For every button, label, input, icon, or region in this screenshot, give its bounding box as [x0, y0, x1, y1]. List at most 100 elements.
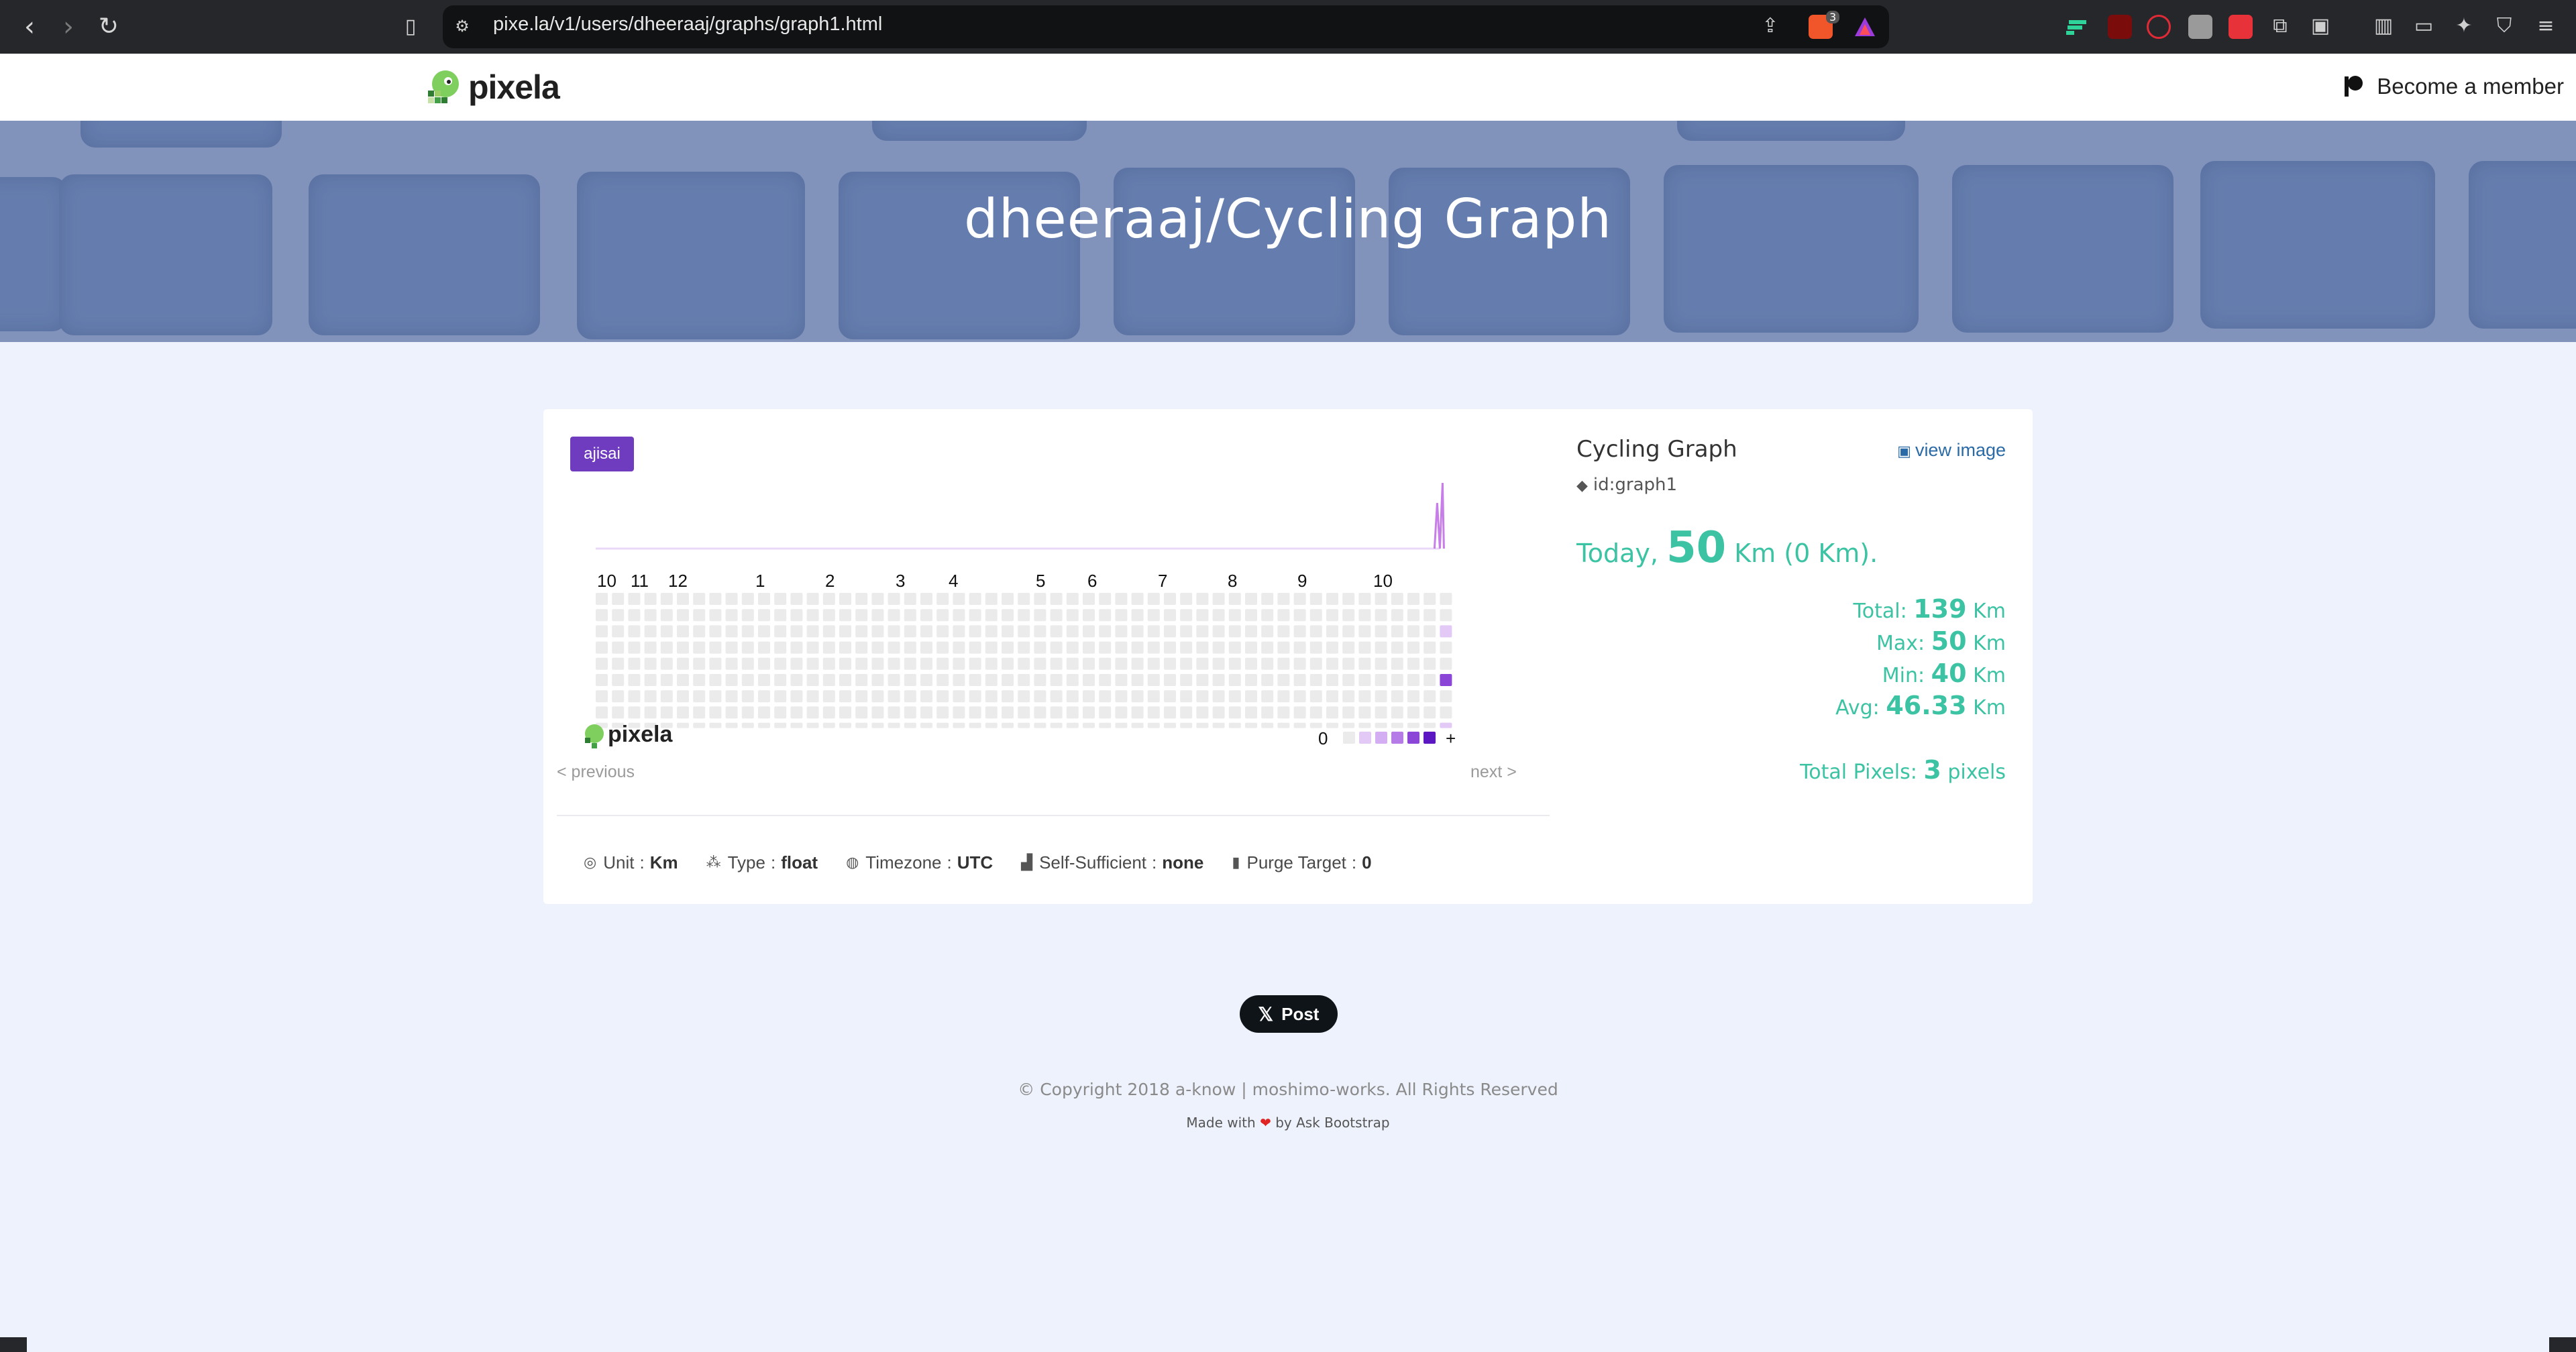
- meta-timezone: ◍ Timezone : UTC: [846, 852, 993, 873]
- window-corner-left: [0, 1337, 27, 1352]
- purge-separator: :: [1351, 852, 1357, 872]
- forward-icon[interactable]: ›: [54, 12, 83, 42]
- pixel-cell: [806, 593, 819, 605]
- legend-plus: +: [1446, 728, 1456, 748]
- pixel-cell: [839, 674, 851, 686]
- pixel-cell: [953, 641, 965, 654]
- wallet-icon[interactable]: ▭: [2411, 13, 2436, 39]
- today-prefix: Today,: [1576, 539, 1658, 568]
- pixel-cell: [1309, 690, 1322, 703]
- pixel-cell: [660, 674, 673, 686]
- pixel-cell: [677, 674, 689, 686]
- extension-green-icon[interactable]: [2065, 15, 2089, 39]
- pixel-cell: [1326, 657, 1338, 670]
- pixel-cell: [1277, 625, 1290, 638]
- pixel-cell: [1424, 593, 1436, 605]
- self-sufficient-icon: ▟: [1021, 854, 1033, 870]
- pixel-cell: [1358, 674, 1371, 686]
- pixel-cell: [904, 625, 916, 638]
- pixel-cell: [1180, 657, 1193, 670]
- extension-gray-icon[interactable]: [2188, 15, 2212, 39]
- pixel-cell: [1228, 674, 1241, 686]
- ublock-icon[interactable]: [2108, 15, 2132, 39]
- pixel-cell: [1083, 674, 1095, 686]
- pixel-cell: [1212, 609, 1225, 622]
- pixel-cell: [1391, 593, 1403, 605]
- window-corner-right: [2549, 1337, 2576, 1352]
- pixel-cell: [1180, 674, 1193, 686]
- pixel-cell: [628, 593, 641, 605]
- pixel-cell: [1391, 641, 1403, 654]
- pixel-cell: [741, 690, 754, 703]
- pixel-cell: [1261, 641, 1274, 654]
- pixel-cell: [1164, 657, 1176, 670]
- pixel-cell: [725, 593, 738, 605]
- avg-label: Avg:: [1835, 696, 1880, 720]
- pixel-cell: [1326, 641, 1338, 654]
- pixel-cell: [693, 593, 706, 605]
- pixel-cell: [936, 722, 949, 728]
- pixel-cell: [774, 690, 787, 703]
- vpn-shield-icon[interactable]: ⛉: [2491, 13, 2517, 39]
- pixel-cell: [1326, 674, 1338, 686]
- pixel-cell: [839, 641, 851, 654]
- pixel-cell: [774, 706, 787, 719]
- pixel-cell: [822, 706, 835, 719]
- pixel-cell: [596, 690, 608, 703]
- pixel-cell: [596, 625, 608, 638]
- site-header: pixela Become a member: [0, 54, 2576, 121]
- min-unit: Km: [1973, 664, 2006, 687]
- pixel-cell: [1002, 690, 1014, 703]
- become-member-link[interactable]: Become a member: [2343, 74, 2564, 99]
- pixel-cell: [1018, 625, 1030, 638]
- extension-red-icon[interactable]: [2229, 15, 2253, 39]
- x-post-button[interactable]: 𝕏 Post: [1240, 995, 1338, 1033]
- url-text[interactable]: pixe.la/v1/users/dheeraaj/graphs/graph1.…: [493, 13, 882, 36]
- pixela-logo[interactable]: pixela: [424, 67, 560, 107]
- extensions-puzzle-icon[interactable]: ⧉: [2267, 13, 2293, 39]
- trend-spike: [1433, 482, 1445, 549]
- bookmark-icon[interactable]: ▯: [396, 12, 425, 42]
- pixel-cell: [1440, 609, 1452, 622]
- previous-link[interactable]: < previous: [557, 763, 635, 782]
- pixel-cell: [725, 609, 738, 622]
- pixel-cell: [758, 625, 770, 638]
- brave-rewards-icon[interactable]: [1853, 15, 1877, 39]
- pixel-cell: [1391, 706, 1403, 719]
- pixel-cell: [596, 674, 608, 686]
- menu-icon[interactable]: ≡: [2533, 13, 2559, 39]
- reload-icon[interactable]: ↻: [94, 12, 123, 42]
- pixel-cell: [1212, 593, 1225, 605]
- pixel-cell: [1245, 657, 1257, 670]
- made-by-link[interactable]: by Ask Bootstrap: [1275, 1115, 1389, 1131]
- site-settings-icon[interactable]: ⚙: [449, 13, 475, 39]
- pixel-cell: [1002, 722, 1014, 728]
- leo-ai-icon[interactable]: ✦: [2451, 13, 2477, 39]
- pixel-cell: [839, 593, 851, 605]
- graph-id-text: id:graph1: [1593, 475, 1678, 495]
- pixel-cell: [1115, 625, 1128, 638]
- pixel-cell: [774, 625, 787, 638]
- back-icon[interactable]: ‹: [15, 12, 44, 42]
- unit-label: Unit: [603, 852, 635, 872]
- pixel-cell: [790, 674, 803, 686]
- legend-swatch: [1343, 732, 1355, 744]
- next-link[interactable]: next >: [1470, 763, 1517, 782]
- pixel-cell: [612, 593, 625, 605]
- pixel-cell: [871, 625, 884, 638]
- pixel-cell: [985, 625, 998, 638]
- reader-icon[interactable]: ▣: [2308, 13, 2333, 39]
- pixel-cell: [904, 722, 916, 728]
- share-icon[interactable]: ⇪: [1758, 13, 1783, 39]
- pixel-cell: [758, 657, 770, 670]
- record-extension-icon[interactable]: [2147, 15, 2171, 39]
- today-number: 50: [1666, 523, 1727, 573]
- pixel-cell: [644, 625, 657, 638]
- pixel-cell: [1180, 641, 1193, 654]
- pixel-cell: [1196, 690, 1209, 703]
- sidebar-icon[interactable]: ▥: [2371, 13, 2396, 39]
- view-image-link[interactable]: ▣ view image: [1897, 440, 2006, 461]
- legend-swatch: [1391, 732, 1403, 744]
- pixel-cell: [1034, 593, 1046, 605]
- pixel-cell: [1131, 690, 1144, 703]
